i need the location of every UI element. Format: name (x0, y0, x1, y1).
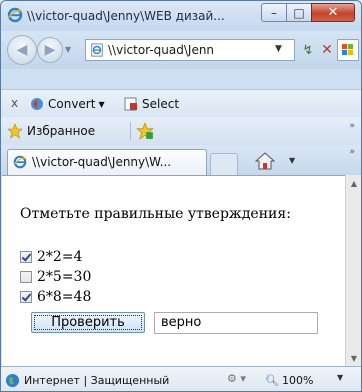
protected-mode-icon[interactable]: ⚙ ▾ (227, 372, 246, 385)
answer-label: 2*5=30 (37, 269, 92, 285)
favorites-bar: Избранное » (1, 117, 361, 145)
command-bar: x Convert ▼ Select (1, 89, 361, 118)
zoom-label: 100% (281, 373, 314, 387)
address-bar[interactable]: \\victor-quad\Jenn ▼ (85, 39, 295, 61)
window-title: \\victor-quad\Jenny\WEB дизай... (27, 9, 225, 23)
address-row: ◀ ▶ ▼ \\victor-quad\Jenn ▼ ↯ ✕ (1, 31, 361, 69)
star-icon (7, 123, 23, 139)
tab-row: \\victor-quad\Jenny\W... ▼ » (1, 145, 361, 175)
result-field[interactable]: верно (154, 312, 318, 334)
convert-button[interactable]: Convert ▼ (29, 95, 105, 113)
favorites-chevron-icon[interactable]: » (349, 121, 355, 131)
zoom-icon: 🔍︎ (265, 373, 279, 387)
back-arrow-icon: ◀ (16, 42, 28, 58)
zoom-dropdown-icon[interactable]: ▼ (337, 373, 343, 382)
new-tab-button[interactable] (210, 153, 238, 175)
answer-item[interactable]: 6*8=48 (20, 288, 91, 306)
answer-label: 6*8=48 (37, 289, 92, 305)
title-bar: \\victor-quad\Jenny\WEB дизай... – □ ✕ (1, 1, 361, 31)
convert-dropdown-icon: ▼ (98, 99, 105, 109)
status-bar: Интернет | Защищенный ⚙ ▾ 🔍︎ 100% ▼ (1, 366, 361, 391)
maximize-icon: □ (293, 5, 305, 20)
scroll-down-icon[interactable]: ▼ (346, 350, 361, 366)
tab-label: \\victor-quad\Jenny\W... (32, 155, 172, 169)
scroll-up-icon[interactable]: ▲ (346, 175, 361, 191)
checkbox-checked[interactable] (20, 291, 32, 303)
globe-icon (5, 373, 20, 387)
favorites-label: Избранное (27, 124, 96, 138)
address-text[interactable]: \\victor-quad\Jenn (108, 43, 268, 57)
back-button[interactable]: ◀ (7, 35, 37, 65)
favorites-button[interactable]: Избранное (7, 122, 95, 140)
select-button[interactable]: Select (123, 95, 179, 113)
checkbox-checked[interactable] (20, 251, 32, 263)
convert-icon (31, 98, 43, 110)
minimize-icon: – (271, 5, 277, 20)
separator (130, 122, 131, 140)
select-icon (124, 97, 137, 111)
answer-item[interactable]: 2*2=4 (20, 248, 82, 266)
vertical-scrollbar[interactable]: ▲ ▼ (345, 175, 361, 366)
address-dropdown-icon[interactable]: ▼ (275, 44, 282, 54)
tabs-chevron-icon[interactable]: » (349, 147, 355, 157)
close-icon: ✕ (327, 5, 339, 20)
ie-logo-icon (13, 155, 27, 169)
home-icon[interactable] (255, 152, 275, 170)
windows-logo-icon (342, 44, 353, 55)
answer-label: 2*2=4 (37, 249, 83, 265)
check-button[interactable]: Проверить (31, 312, 145, 333)
page-content: Отметьте правильные утверждения: 2*2=4 2… (2, 175, 345, 366)
answer-item[interactable]: 2*5=30 (20, 268, 91, 286)
select-label: Select (142, 97, 180, 111)
zoom-control[interactable]: 🔍︎ 100% (265, 372, 313, 388)
ie-logo-icon (7, 7, 23, 23)
page-icon (91, 43, 103, 57)
forward-button[interactable]: ▶ (37, 37, 63, 63)
add-favorite-icon[interactable] (136, 122, 154, 140)
checkbox-unchecked[interactable] (20, 271, 32, 283)
close-button[interactable]: ✕ (311, 3, 355, 22)
history-dropdown-icon[interactable]: ▼ (65, 45, 71, 54)
convert-label: Convert (48, 97, 96, 111)
refresh-icon[interactable]: ↯ (298, 40, 318, 60)
minimize-button[interactable]: – (261, 3, 287, 22)
tab-active[interactable]: \\victor-quad\Jenny\W... (7, 149, 207, 175)
toolbar-close-icon[interactable]: x (11, 96, 18, 110)
stop-icon[interactable]: ✕ (319, 40, 335, 60)
live-search-icon[interactable] (337, 39, 359, 61)
question-prompt: Отметьте правильные утверждения: (20, 206, 291, 222)
home-dropdown-icon[interactable]: ▼ (289, 156, 295, 165)
security-zone-label: Интернет | Защищенный (24, 373, 170, 387)
security-zone[interactable]: Интернет | Защищенный (5, 372, 225, 388)
forward-arrow-icon: ▶ (44, 42, 56, 58)
browser-window: \\victor-quad\Jenny\WEB дизай... – □ ✕ ◀… (0, 0, 362, 392)
maximize-button[interactable]: □ (286, 3, 312, 22)
